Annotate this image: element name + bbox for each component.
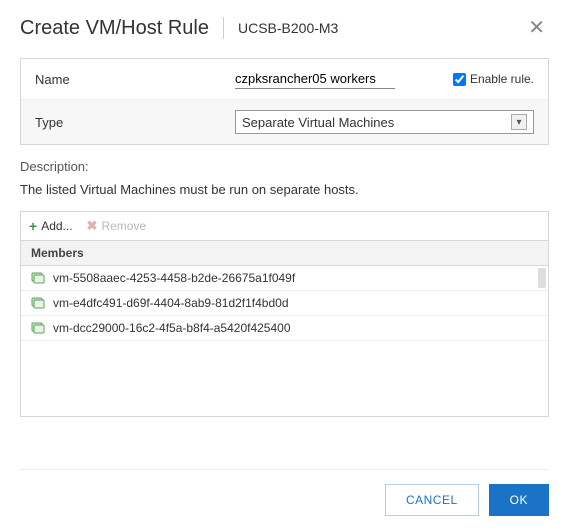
remove-label: Remove [101,219,146,233]
name-label: Name [35,72,235,87]
description-text: The listed Virtual Machines must be run … [20,182,549,197]
enable-rule-checkbox[interactable]: Enable rule. [453,72,534,86]
members-toolbar: + Add... ✖ Remove [20,211,549,240]
vm-icon [31,321,45,335]
members-header: Members [21,241,548,266]
dialog-footer: CANCEL OK [20,469,549,516]
dialog-title: Create VM/Host Rule [20,17,209,40]
enable-rule-input[interactable] [453,73,466,86]
vm-name: vm-e4dfc491-d69f-4404-8ab9-81d2f1f4bd0d [53,296,289,310]
divider [223,17,224,39]
type-label: Type [35,115,235,130]
type-dropdown[interactable]: Separate Virtual Machines ▾ [235,110,534,134]
table-row[interactable]: vm-e4dfc491-d69f-4404-8ab9-81d2f1f4bd0d [21,291,548,316]
members-table: Members vm-5508aaec-4253-4458-b2de-26675… [20,240,549,417]
add-label: Add... [41,219,72,233]
scrollbar[interactable] [538,268,546,288]
remove-button: ✖ Remove [87,218,147,234]
context-name: UCSB-B200-M3 [238,20,338,36]
name-input[interactable] [235,69,395,89]
description-label: Description: [20,159,549,174]
members-body[interactable]: vm-5508aaec-4253-4458-b2de-26675a1f049f … [21,266,548,416]
vm-icon [31,296,45,310]
add-button[interactable]: + Add... [29,218,73,234]
vm-name: vm-dcc29000-16c2-4f5a-b8f4-a5420f425400 [53,321,291,335]
x-icon: ✖ [87,218,98,234]
table-row[interactable]: vm-dcc29000-16c2-4f5a-b8f4-a5420f425400 [21,316,548,341]
form-container: Name Enable rule. Type Separate Virtual … [20,58,549,145]
table-row[interactable]: vm-5508aaec-4253-4458-b2de-26675a1f049f [21,266,548,291]
vm-name: vm-5508aaec-4253-4458-b2de-26675a1f049f [53,271,295,285]
close-icon[interactable]: ✕ [524,16,549,40]
type-value: Separate Virtual Machines [242,115,394,130]
vm-icon [31,271,45,285]
ok-button[interactable]: OK [489,484,549,516]
chevron-down-icon: ▾ [511,114,527,130]
enable-rule-label: Enable rule. [470,72,534,86]
cancel-button[interactable]: CANCEL [385,484,479,516]
plus-icon: + [29,218,37,234]
